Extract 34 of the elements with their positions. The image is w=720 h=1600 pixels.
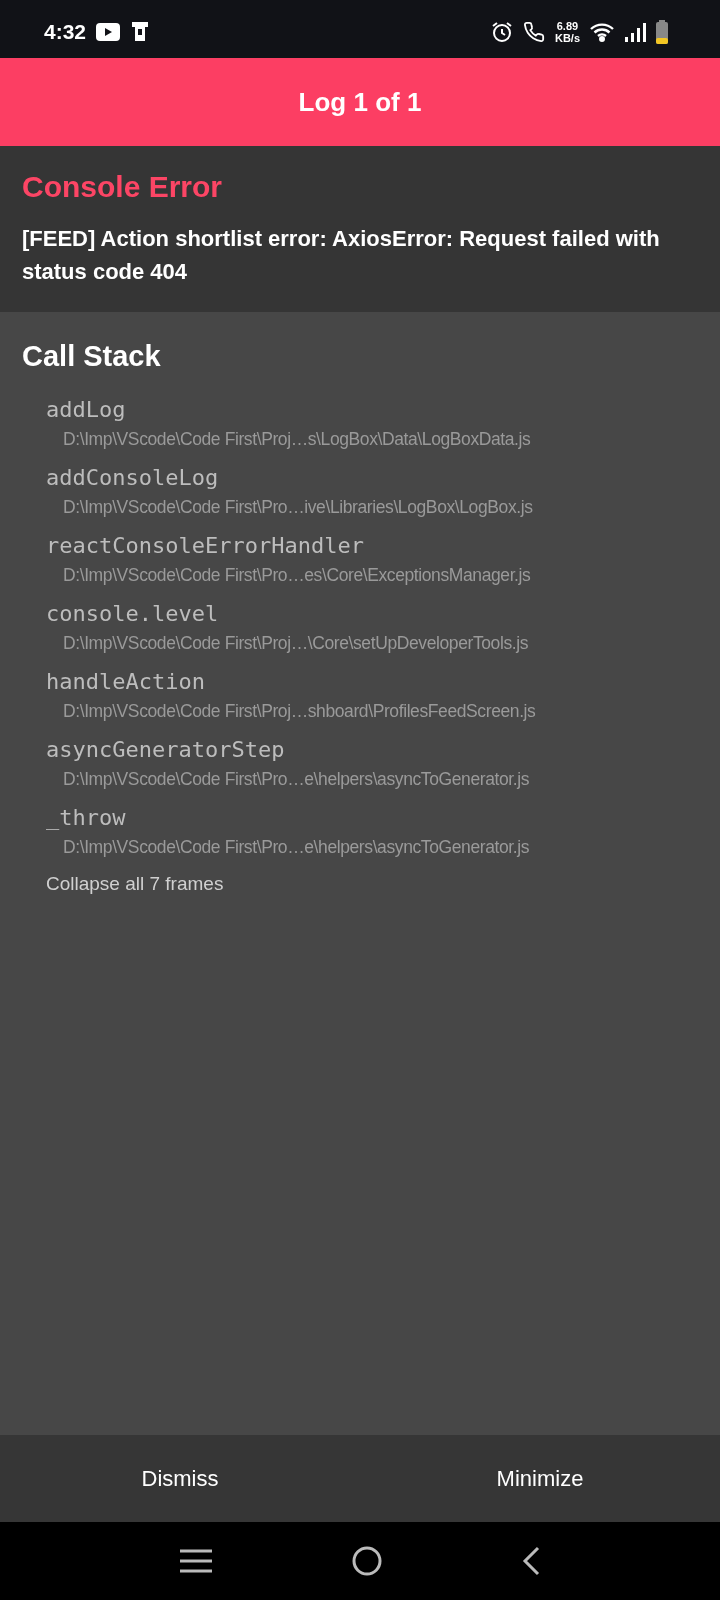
frame-path: D:\Imp\VScode\Code First\Pro…ive\Libraries\LogBox\LogBox.js — [62, 496, 534, 519]
frame-name[interactable]: addLog — [46, 395, 698, 425]
status-time: 4:32 — [44, 20, 87, 44]
wifi-icon — [590, 22, 614, 42]
signal-icon — [624, 22, 646, 42]
frame-name[interactable]: handleAction — [46, 667, 698, 697]
frame-name[interactable]: addConsoleLog — [46, 463, 698, 493]
dismiss-button[interactable]: Dismiss — [0, 1435, 360, 1522]
back-icon[interactable] — [522, 1546, 541, 1576]
frame-path: D:\Imp\VScode\Code First\Pro…e\helpers\asyncToGenerator.js — [62, 836, 531, 859]
frame-path: D:\Imp\VScode\Code First\Proj…shboard\ProfilesFeedScreen.js — [62, 700, 537, 723]
video-play-icon — [96, 23, 121, 41]
frame-path: D:\Imp\VScode\Code First\Proj…\Core\setUpDeveloperTools.js — [62, 632, 530, 655]
home-icon[interactable] — [351, 1545, 383, 1577]
phone-icon — [522, 21, 545, 43]
frame-path: D:\Imp\VScode\Code First\Pro…es\Core\ExceptionsManager.js — [62, 564, 532, 587]
error-title: Console Error — [22, 170, 224, 204]
collapse-link[interactable]: Collapse all 7 frames — [22, 873, 698, 895]
network-speed-unit: KB/s — [554, 32, 580, 44]
device-icon — [130, 21, 151, 43]
frame-name[interactable]: _throw — [46, 803, 698, 833]
menu-icon[interactable] — [179, 1548, 212, 1574]
frame-path: D:\Imp\VScode\Code First\Pro…e\helpers\asyncToGenerator.js — [62, 768, 531, 791]
battery-icon — [656, 20, 668, 44]
minimize-button[interactable]: Minimize — [360, 1435, 720, 1522]
error-message: [FEED] Action shortlist error: AxiosError: Request failed with status code 404 — [22, 225, 661, 286]
section-title: Call Stack — [22, 340, 162, 373]
header-title: Log 1 of 1 — [298, 86, 422, 118]
frame-name[interactable]: reactConsoleErrorHandler — [46, 531, 698, 561]
alarm-icon — [490, 21, 513, 43]
frame-name[interactable]: console.level — [46, 599, 698, 629]
frame-path: D:\Imp\VScode\Code First\Proj…s\LogBox\Data\LogBoxData.js — [62, 428, 532, 451]
frame-name[interactable]: asyncGeneratorStep — [46, 735, 698, 765]
network-speed: 6.89 — [556, 20, 579, 32]
